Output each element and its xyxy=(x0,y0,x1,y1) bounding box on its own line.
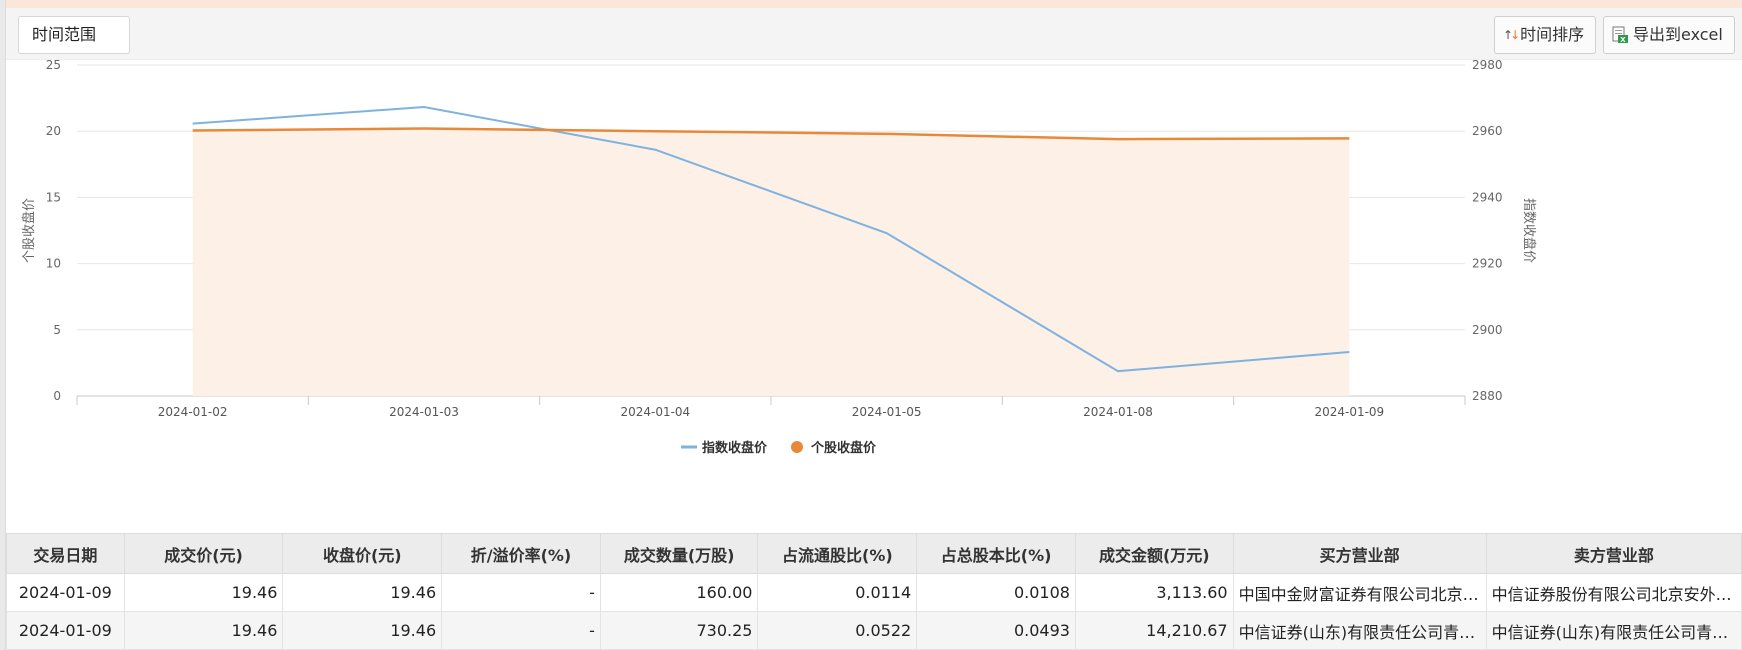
cell-buyer: 中信证券(山东)有限责任公司青岛分公司 xyxy=(1232,611,1487,650)
cell-float-ratio: 0.0522 xyxy=(757,611,918,650)
y-right-tick-label: 2880 xyxy=(1472,389,1503,403)
export-excel-label: 导出到excel xyxy=(1633,25,1723,44)
legend-stock-swatch xyxy=(791,441,803,453)
y-right-axis-title: 指数收盘价 xyxy=(1521,198,1537,263)
cell-seller: 中信证券股份有限公司北京安外大街证券营业部 xyxy=(1485,573,1742,612)
x-tick-label: 2024-01-04 xyxy=(620,405,690,419)
cell-amount: 3,113.60 xyxy=(1074,573,1234,612)
table-header-row: 交易日期 成交价(元) 收盘价(元) 折/溢价率(%) 成交数量(万股) 占流通… xyxy=(6,533,1742,574)
sort-icon: ↑↓ xyxy=(1503,28,1520,42)
y-left-tick-label: 25 xyxy=(46,60,61,72)
price-chart: 0 5 10 15 20 25 2880 2900 2920 2940 2960 2980 2024-0… xyxy=(21,60,1537,456)
cell-date: 2024-01-09 xyxy=(6,611,125,650)
cell-premium-rate: - xyxy=(441,611,601,650)
time-range-button[interactable]: 时间范围 xyxy=(18,16,130,54)
cell-deal-price: 19.46 xyxy=(123,573,284,612)
col-header-seller[interactable]: 卖方营业部 xyxy=(1485,533,1742,574)
excel-icon: X xyxy=(1612,26,1628,44)
top-accent-strip xyxy=(6,0,1742,8)
cell-total-ratio: 0.0108 xyxy=(916,573,1076,612)
y-right-tick-label: 2900 xyxy=(1472,323,1503,337)
stock-close-area xyxy=(192,128,1350,396)
time-sort-label: 时间排序 xyxy=(1520,25,1585,44)
trade-table: 交易日期 成交价(元) 收盘价(元) 折/溢价率(%) 成交数量(万股) 占流通… xyxy=(6,533,1742,650)
col-header-volume[interactable]: 成交数量(万股) xyxy=(599,533,759,574)
col-header-premium-rate[interactable]: 折/溢价率(%) xyxy=(441,533,601,574)
legend-index-label: 指数收盘价 xyxy=(702,440,768,456)
y-left-tick-label: 5 xyxy=(53,323,61,337)
cell-date: 2024-01-09 xyxy=(6,573,125,612)
col-header-date[interactable]: 交易日期 xyxy=(6,533,125,574)
y-right-tick-label: 2920 xyxy=(1472,257,1503,271)
y-right-tick-label: 2960 xyxy=(1472,124,1503,138)
col-header-deal-price[interactable]: 成交价(元) xyxy=(123,533,284,574)
cell-amount: 14,210.67 xyxy=(1074,611,1234,650)
x-tick-label: 2024-01-05 xyxy=(852,405,922,419)
cell-buyer: 中国中金财富证券有限公司北京宋庄路证券营业部 xyxy=(1232,573,1487,612)
time-sort-button[interactable]: ↑↓ 时间排序 xyxy=(1494,16,1596,54)
y-left-tick-label: 15 xyxy=(46,190,61,204)
col-header-float-ratio[interactable]: 占流通股比(%) xyxy=(757,533,918,574)
cell-premium-rate: - xyxy=(441,573,601,612)
col-header-close-price[interactable]: 收盘价(元) xyxy=(282,533,443,574)
y-left-tick-label: 10 xyxy=(46,257,61,271)
cell-close-price: 19.46 xyxy=(282,573,443,612)
export-excel-button[interactable]: X 导出到excel xyxy=(1603,16,1735,54)
col-header-total-ratio[interactable]: 占总股本比(%) xyxy=(916,533,1076,574)
y-left-axis-title: 个股收盘价 xyxy=(21,198,37,263)
y-right-tick-label: 2940 xyxy=(1472,190,1503,204)
chart-area: 0 5 10 15 20 25 2880 2900 2920 2940 2960 2980 2024-0… xyxy=(6,60,1742,530)
cell-seller: 中信证券(山东)有限责任公司青岛分公司 xyxy=(1485,611,1742,650)
col-header-amount[interactable]: 成交金额(万元) xyxy=(1074,533,1234,574)
cell-volume: 730.25 xyxy=(599,611,759,650)
legend-stock-label: 个股收盘价 xyxy=(810,440,877,456)
cell-float-ratio: 0.0114 xyxy=(757,573,918,612)
x-tick-label: 2024-01-09 xyxy=(1314,405,1384,419)
table-row[interactable]: 2024-01-09 19.46 19.46 - 730.25 0.0522 0… xyxy=(6,611,1742,650)
x-tick-label: 2024-01-03 xyxy=(389,405,459,419)
x-tick-label: 2024-01-02 xyxy=(158,405,228,419)
cell-close-price: 19.46 xyxy=(282,611,443,650)
toolbar: 时间范围 ↑↓ 时间排序 X 导出到excel xyxy=(6,8,1742,60)
cell-total-ratio: 0.0493 xyxy=(916,611,1076,650)
svg-text:X: X xyxy=(1620,36,1626,44)
table-row[interactable]: 2024-01-09 19.46 19.46 - 160.00 0.0114 0… xyxy=(6,573,1742,612)
y-right-tick-label: 2980 xyxy=(1472,60,1503,72)
y-left-tick-label: 20 xyxy=(46,124,61,138)
x-tick-label: 2024-01-08 xyxy=(1083,405,1153,419)
cell-volume: 160.00 xyxy=(599,573,759,612)
col-header-buyer[interactable]: 买方营业部 xyxy=(1232,533,1487,574)
cell-deal-price: 19.46 xyxy=(123,611,284,650)
y-left-tick-label: 0 xyxy=(53,389,61,403)
